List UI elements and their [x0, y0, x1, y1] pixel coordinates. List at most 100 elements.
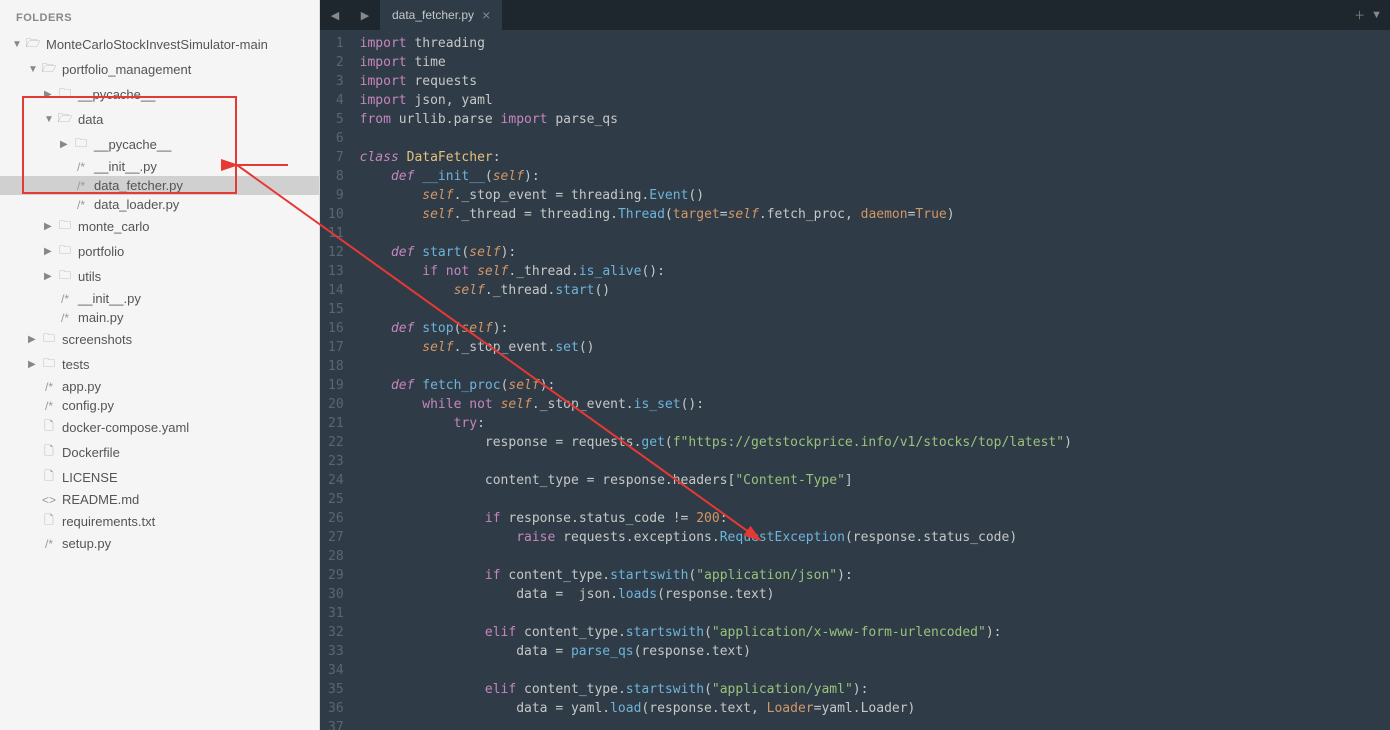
caret-icon[interactable]: ▶ [60, 139, 72, 150]
tab-active[interactable]: data_fetcher.py × [380, 0, 503, 30]
file-item[interactable]: 🗋requirements.txt [0, 509, 319, 534]
code-line[interactable]: raise requests.exceptions.RequestExcepti… [356, 528, 1390, 547]
code-line[interactable]: import requests [356, 72, 1390, 91]
file-item[interactable]: 🗋docker-compose.yaml [0, 415, 319, 440]
caret-icon[interactable]: ▶ [28, 359, 40, 370]
caret-icon[interactable]: ▼ [12, 39, 24, 50]
code-line[interactable]: elif content_type.startswith("applicatio… [356, 623, 1390, 642]
code-line[interactable]: data = json.loads(response.text) [356, 585, 1390, 604]
code-line[interactable]: def start(self): [356, 243, 1390, 262]
tab-nav-left[interactable]: ◀ [320, 0, 350, 30]
tab-menu-icon[interactable]: ▼ [1371, 9, 1382, 21]
tab-add-icon[interactable]: ＋ [1354, 7, 1365, 23]
code-line[interactable] [356, 547, 1390, 566]
tree-label: __pycache__ [78, 87, 319, 102]
code-line[interactable]: from urllib.parse import parse_qs [356, 110, 1390, 129]
code-line[interactable]: def stop(self): [356, 319, 1390, 338]
tree-label: __init__.py [78, 291, 319, 306]
tab-label: data_fetcher.py [392, 8, 474, 22]
file-item[interactable]: /*config.py [0, 396, 319, 415]
code-line[interactable]: import threading [356, 34, 1390, 53]
code-line[interactable]: if content_type.startswith("application/… [356, 566, 1390, 585]
code-line[interactable] [356, 357, 1390, 376]
code-line[interactable]: response = requests.get(f"https://getsto… [356, 433, 1390, 452]
tree-label: app.py [62, 379, 319, 394]
file-item[interactable]: <>README.md [0, 490, 319, 509]
folder-item[interactable]: ▼🗁 data [0, 107, 319, 132]
code-line[interactable]: try: [356, 414, 1390, 433]
folder-open-icon: 🗁 [56, 109, 74, 130]
tree-label: README.md [62, 492, 319, 507]
code-line[interactable]: def __init__(self): [356, 167, 1390, 186]
code-line[interactable]: data = yaml.load(response.text, Loader=y… [356, 699, 1390, 718]
code-line[interactable] [356, 604, 1390, 623]
folder-item[interactable]: ▶🗀portfolio [0, 239, 319, 264]
code-line[interactable]: elif content_type.startswith("applicatio… [356, 680, 1390, 699]
close-icon[interactable]: × [482, 7, 490, 23]
file-item[interactable]: /*data_fetcher.py [0, 176, 319, 195]
code-line[interactable]: while not self._stop_event.is_set(): [356, 395, 1390, 414]
code-line[interactable]: self._stop_event.set() [356, 338, 1390, 357]
tree-label: __pycache__ [94, 137, 319, 152]
code-line[interactable] [356, 300, 1390, 319]
code-line[interactable] [356, 224, 1390, 243]
folder-icon: 🗀 [56, 241, 74, 262]
caret-icon[interactable]: ▶ [44, 271, 56, 282]
tab-bar-right: ＋ ▼ [1346, 0, 1390, 30]
folder-icon: 🗀 [40, 329, 58, 350]
file-item[interactable]: /* app.py [0, 377, 319, 396]
caret-icon[interactable]: ▶ [28, 334, 40, 345]
code-line[interactable] [356, 129, 1390, 148]
py-icon: /* [40, 537, 58, 551]
code-line[interactable]: self._thread.start() [356, 281, 1390, 300]
tab-nav-right[interactable]: ▶ [350, 0, 380, 30]
folder-item[interactable]: ▶🗀screenshots [0, 327, 319, 352]
sidebar-title: FOLDERS [0, 8, 319, 32]
folder-item[interactable]: ▶🗀__pycache__ [0, 82, 319, 107]
folder-item[interactable]: ▼🗁MonteCarloStockInvestSimulator-main [0, 32, 319, 57]
code-content[interactable]: import threadingimport timeimport reques… [356, 30, 1390, 730]
code-editor[interactable]: 1234567891011121314151617181920212223242… [320, 30, 1390, 730]
code-line[interactable] [356, 661, 1390, 680]
py-icon: /* [56, 292, 74, 306]
code-line[interactable]: content_type = response.headers["Content… [356, 471, 1390, 490]
folder-item[interactable]: ▶🗀utils [0, 264, 319, 289]
code-line[interactable]: import json, yaml [356, 91, 1390, 110]
py-icon: /* [72, 179, 90, 193]
file-icon: 🗋 [40, 467, 58, 488]
file-item[interactable]: /*main.py [0, 308, 319, 327]
tree-label: setup.py [62, 536, 319, 551]
code-line[interactable]: data = parse_qs(response.text) [356, 642, 1390, 661]
file-item[interactable]: /* setup.py [0, 534, 319, 553]
file-item[interactable]: /*data_loader.py [0, 195, 319, 214]
caret-icon[interactable]: ▼ [28, 64, 40, 75]
caret-icon[interactable]: ▼ [44, 114, 56, 125]
code-line[interactable]: self._thread = threading.Thread(target=s… [356, 205, 1390, 224]
code-line[interactable]: if not self._thread.is_alive(): [356, 262, 1390, 281]
code-line[interactable]: self._stop_event = threading.Event() [356, 186, 1390, 205]
code-line[interactable]: if response.status_code != 200: [356, 509, 1390, 528]
code-line[interactable]: class DataFetcher: [356, 148, 1390, 167]
code-line[interactable]: def fetch_proc(self): [356, 376, 1390, 395]
folder-item[interactable]: ▼🗁portfolio_management [0, 57, 319, 82]
code-line[interactable] [356, 718, 1390, 730]
folder-item[interactable]: ▶🗀tests [0, 352, 319, 377]
code-line[interactable] [356, 452, 1390, 471]
caret-icon[interactable]: ▶ [44, 89, 56, 100]
caret-icon[interactable]: ▶ [44, 221, 56, 232]
tree-label: data [78, 112, 319, 127]
file-item[interactable]: /* __init__.py [0, 289, 319, 308]
caret-icon[interactable]: ▶ [44, 246, 56, 257]
py-icon: /* [72, 198, 90, 212]
file-item[interactable]: /*__init__.py [0, 157, 319, 176]
folder-icon: 🗀 [56, 216, 74, 237]
folder-item[interactable]: ▶🗀monte_carlo [0, 214, 319, 239]
tree-label: utils [78, 269, 319, 284]
code-line[interactable] [356, 490, 1390, 509]
line-gutter: 1234567891011121314151617181920212223242… [320, 30, 356, 730]
file-item[interactable]: 🗋Dockerfile [0, 440, 319, 465]
code-line[interactable]: import time [356, 53, 1390, 72]
file-item[interactable]: 🗋LICENSE [0, 465, 319, 490]
py-icon: /* [40, 380, 58, 394]
folder-item[interactable]: ▶🗀__pycache__ [0, 132, 319, 157]
